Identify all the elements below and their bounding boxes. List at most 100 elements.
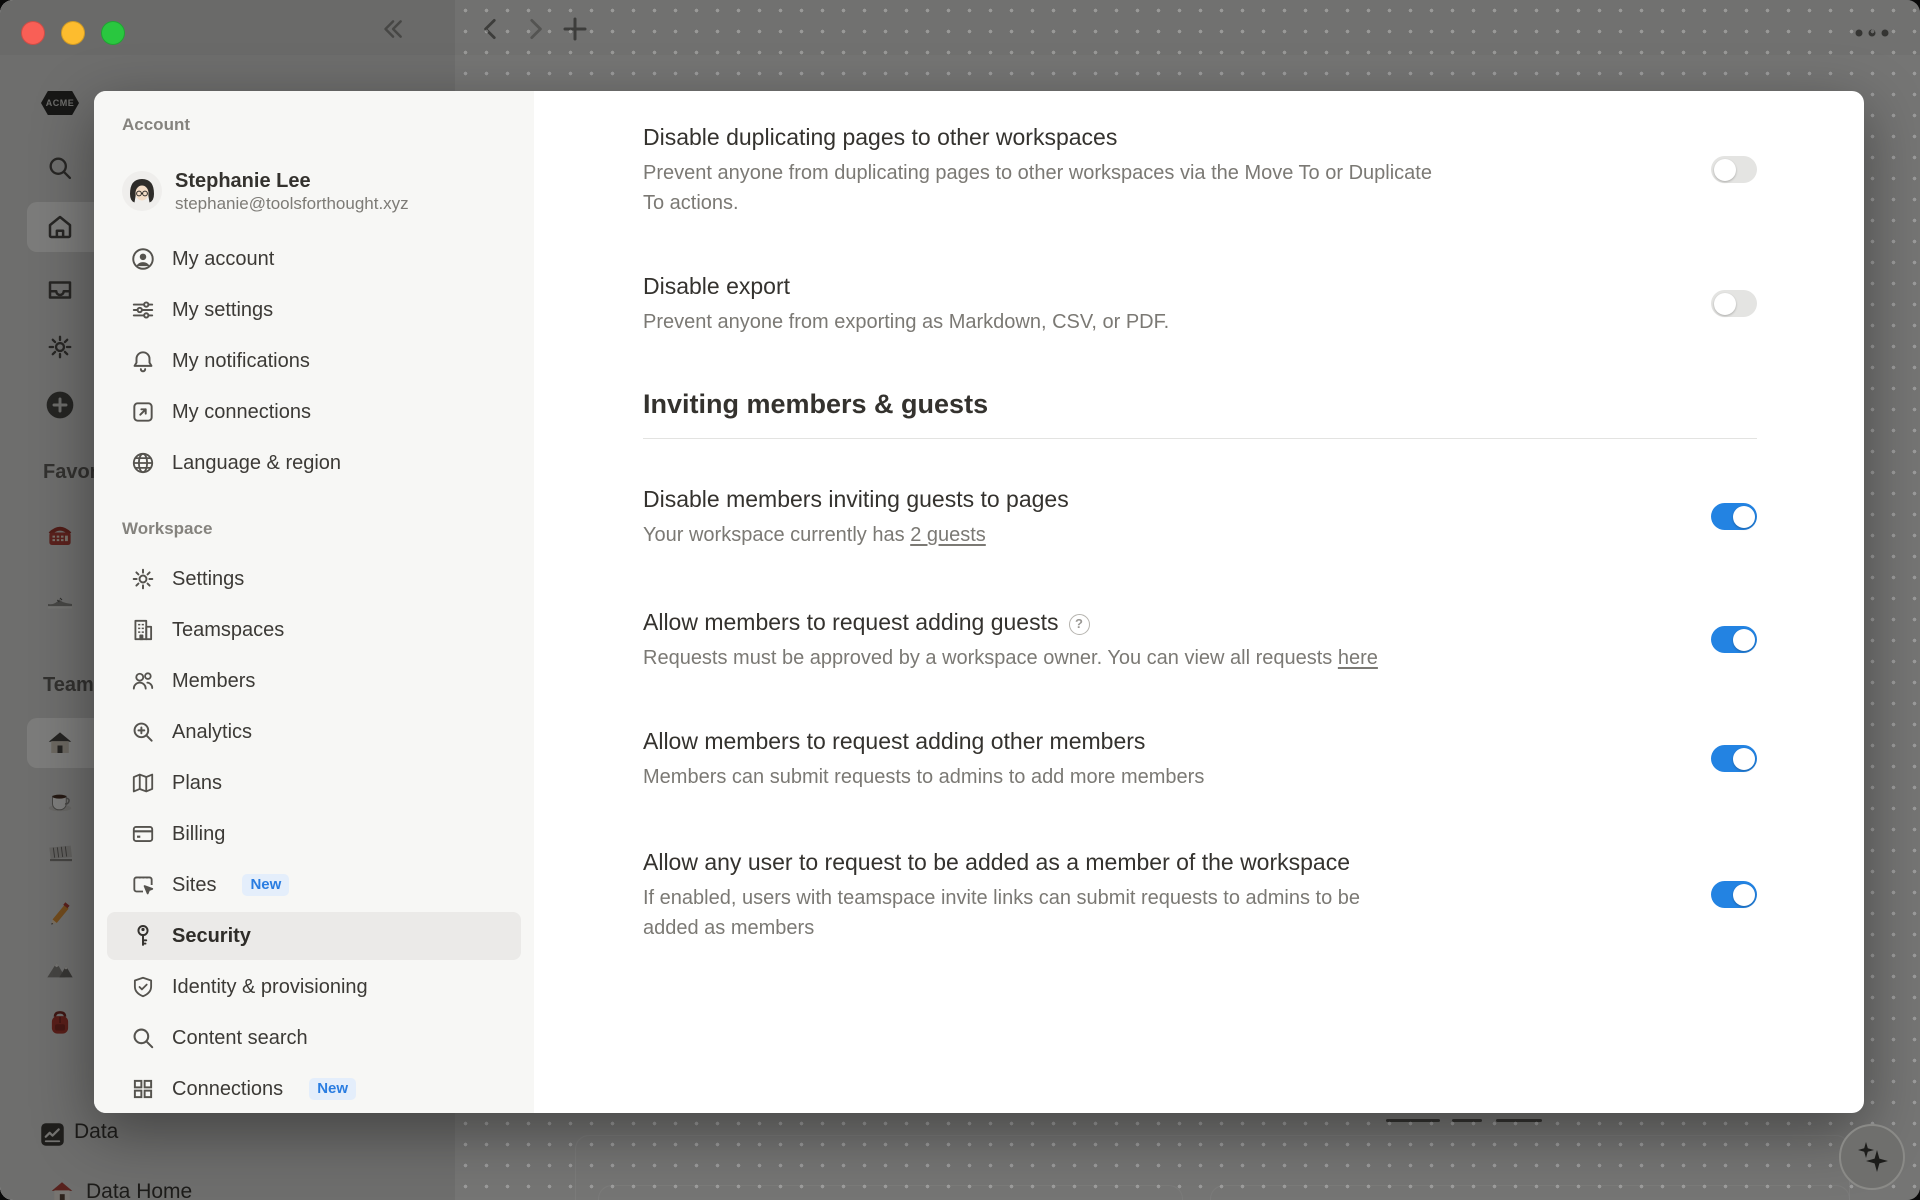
nav-item-label: Language & region — [172, 452, 341, 475]
setting-title: Disable members inviting guests to pages — [643, 483, 1069, 515]
disable-duplicating-toggle[interactable] — [1711, 156, 1757, 183]
nav-item-my-notifications[interactable]: My notifications — [107, 337, 521, 385]
nav-item-plans[interactable]: Plans — [107, 759, 521, 807]
nav-item-label: My account — [172, 248, 274, 271]
settings-modal: Account Stephanie Lee stephanie@toolsfor… — [94, 91, 1864, 1113]
toggle-knob — [1714, 293, 1736, 315]
setting-row-request-adding-guests: Allow members to request adding guests? … — [643, 606, 1757, 673]
arrow-out-square-icon — [130, 399, 156, 425]
toggle-knob — [1714, 159, 1736, 181]
app-window: ACME Favorites Teamspaces — [0, 0, 1920, 1200]
sliders-icon — [130, 297, 156, 323]
nav-item-security[interactable]: Security — [107, 912, 521, 960]
bell-icon — [130, 348, 156, 374]
magnifier-plus-icon — [130, 719, 156, 745]
globe-icon — [130, 450, 156, 476]
account-user-row[interactable]: Stephanie Lee stephanie@toolsforthought.… — [107, 165, 521, 217]
magnifier-icon — [130, 1025, 156, 1051]
setting-row-disable-duplicating: Disable duplicating pages to other works… — [643, 121, 1757, 218]
nav-item-label: Teamspaces — [172, 619, 284, 642]
avatar — [122, 171, 162, 211]
nav-item-analytics[interactable]: Analytics — [107, 708, 521, 756]
setting-description: Prevent anyone from exporting as Markdow… — [643, 307, 1169, 337]
nav-item-label: Plans — [172, 772, 222, 795]
view-requests-link[interactable]: here — [1338, 647, 1378, 669]
nav-item-label: Security — [172, 925, 251, 948]
nav-item-label: Billing — [172, 823, 225, 846]
key-icon — [130, 923, 156, 949]
help-icon[interactable]: ? — [1069, 614, 1090, 635]
user-name: Stephanie Lee — [175, 169, 409, 193]
nav-item-settings[interactable]: Settings — [107, 555, 521, 603]
section-heading-inviting: Inviting members & guests — [643, 389, 1757, 420]
nav-item-label: Sites — [172, 874, 216, 897]
nav-item-label: Settings — [172, 568, 244, 591]
nav-item-language-region[interactable]: Language & region — [107, 439, 521, 487]
setting-description: Prevent anyone from duplicating pages to… — [643, 158, 1443, 218]
nav-item-identity-provisioning[interactable]: Identity & provisioning — [107, 963, 521, 1011]
person-circle-icon — [130, 246, 156, 272]
nav-item-label: My notifications — [172, 350, 310, 373]
toggle-knob — [1733, 884, 1755, 906]
window-close-button[interactable] — [21, 21, 45, 45]
credit-card-icon — [130, 821, 156, 847]
nav-item-label: Connections — [172, 1078, 283, 1101]
nav-item-label: My settings — [172, 299, 273, 322]
setting-description: Requests must be approved by a workspace… — [643, 643, 1378, 673]
window-minimize-button[interactable] — [61, 21, 85, 45]
nav-item-label: Members — [172, 670, 255, 693]
nav-item-label: My connections — [172, 401, 311, 424]
setting-row-any-user-request: Allow any user to request to be added as… — [643, 846, 1757, 943]
guests-count-link[interactable]: 2 guests — [910, 524, 986, 546]
nav-item-label: Content search — [172, 1027, 308, 1050]
toggle-knob — [1733, 748, 1755, 770]
settings-modal-nav: Account Stephanie Lee stephanie@toolsfor… — [94, 91, 534, 1113]
gear-icon — [130, 566, 156, 592]
request-adding-members-toggle[interactable] — [1711, 745, 1757, 772]
sparkles-icon — [1849, 1134, 1895, 1180]
window-zoom-button[interactable] — [101, 21, 125, 45]
disable-guest-invites-toggle[interactable] — [1711, 503, 1757, 530]
setting-row-disable-export: Disable export Prevent anyone from expor… — [643, 270, 1757, 337]
toggle-knob — [1733, 506, 1755, 528]
nav-item-connections[interactable]: Connections New — [107, 1065, 521, 1113]
nav-item-my-account[interactable]: My account — [107, 235, 521, 283]
nav-item-members[interactable]: Members — [107, 657, 521, 705]
browser-cursor-icon — [130, 872, 156, 898]
workspace-nav-items: Settings Teamspaces Members Analytics Pl… — [107, 555, 521, 1113]
ai-sparkle-button[interactable] — [1839, 1124, 1905, 1190]
user-email: stephanie@toolsforthought.xyz — [175, 193, 409, 214]
toggle-knob — [1733, 629, 1755, 651]
building-icon — [130, 617, 156, 643]
request-adding-guests-toggle[interactable] — [1711, 626, 1757, 653]
new-badge: New — [309, 1078, 356, 1100]
shield-check-icon — [130, 974, 156, 1000]
disable-export-toggle[interactable] — [1711, 290, 1757, 317]
nav-item-label: Analytics — [172, 721, 252, 744]
nav-item-teamspaces[interactable]: Teamspaces — [107, 606, 521, 654]
new-badge: New — [242, 874, 289, 896]
nav-item-my-connections[interactable]: My connections — [107, 388, 521, 436]
setting-description: If enabled, users with teamspace invite … — [643, 883, 1413, 943]
setting-title: Allow members to request adding guests? — [643, 606, 1378, 638]
nav-item-content-search[interactable]: Content search — [107, 1014, 521, 1062]
nav-item-billing[interactable]: Billing — [107, 810, 521, 858]
section-divider — [643, 438, 1757, 439]
setting-title: Allow any user to request to be added as… — [643, 846, 1413, 878]
account-section-header: Account — [107, 115, 521, 135]
map-icon — [130, 770, 156, 796]
workspace-section-header: Workspace — [107, 519, 521, 539]
setting-title: Disable duplicating pages to other works… — [643, 121, 1443, 153]
people-icon — [130, 668, 156, 694]
nav-item-sites[interactable]: Sites New — [107, 861, 521, 909]
security-settings-panel: Disable duplicating pages to other works… — [534, 91, 1864, 1113]
setting-row-disable-guest-invites: Disable members inviting guests to pages… — [643, 483, 1757, 550]
account-nav-items: My account My settings My notifications … — [107, 235, 521, 487]
any-user-request-toggle[interactable] — [1711, 881, 1757, 908]
setting-description: Members can submit requests to admins to… — [643, 762, 1204, 792]
setting-title: Disable export — [643, 270, 1169, 302]
nav-item-my-settings[interactable]: My settings — [107, 286, 521, 334]
setting-title: Allow members to request adding other me… — [643, 725, 1204, 757]
setting-description: Your workspace currently has 2 guests — [643, 520, 1069, 550]
setting-row-request-adding-members: Allow members to request adding other me… — [643, 725, 1757, 792]
